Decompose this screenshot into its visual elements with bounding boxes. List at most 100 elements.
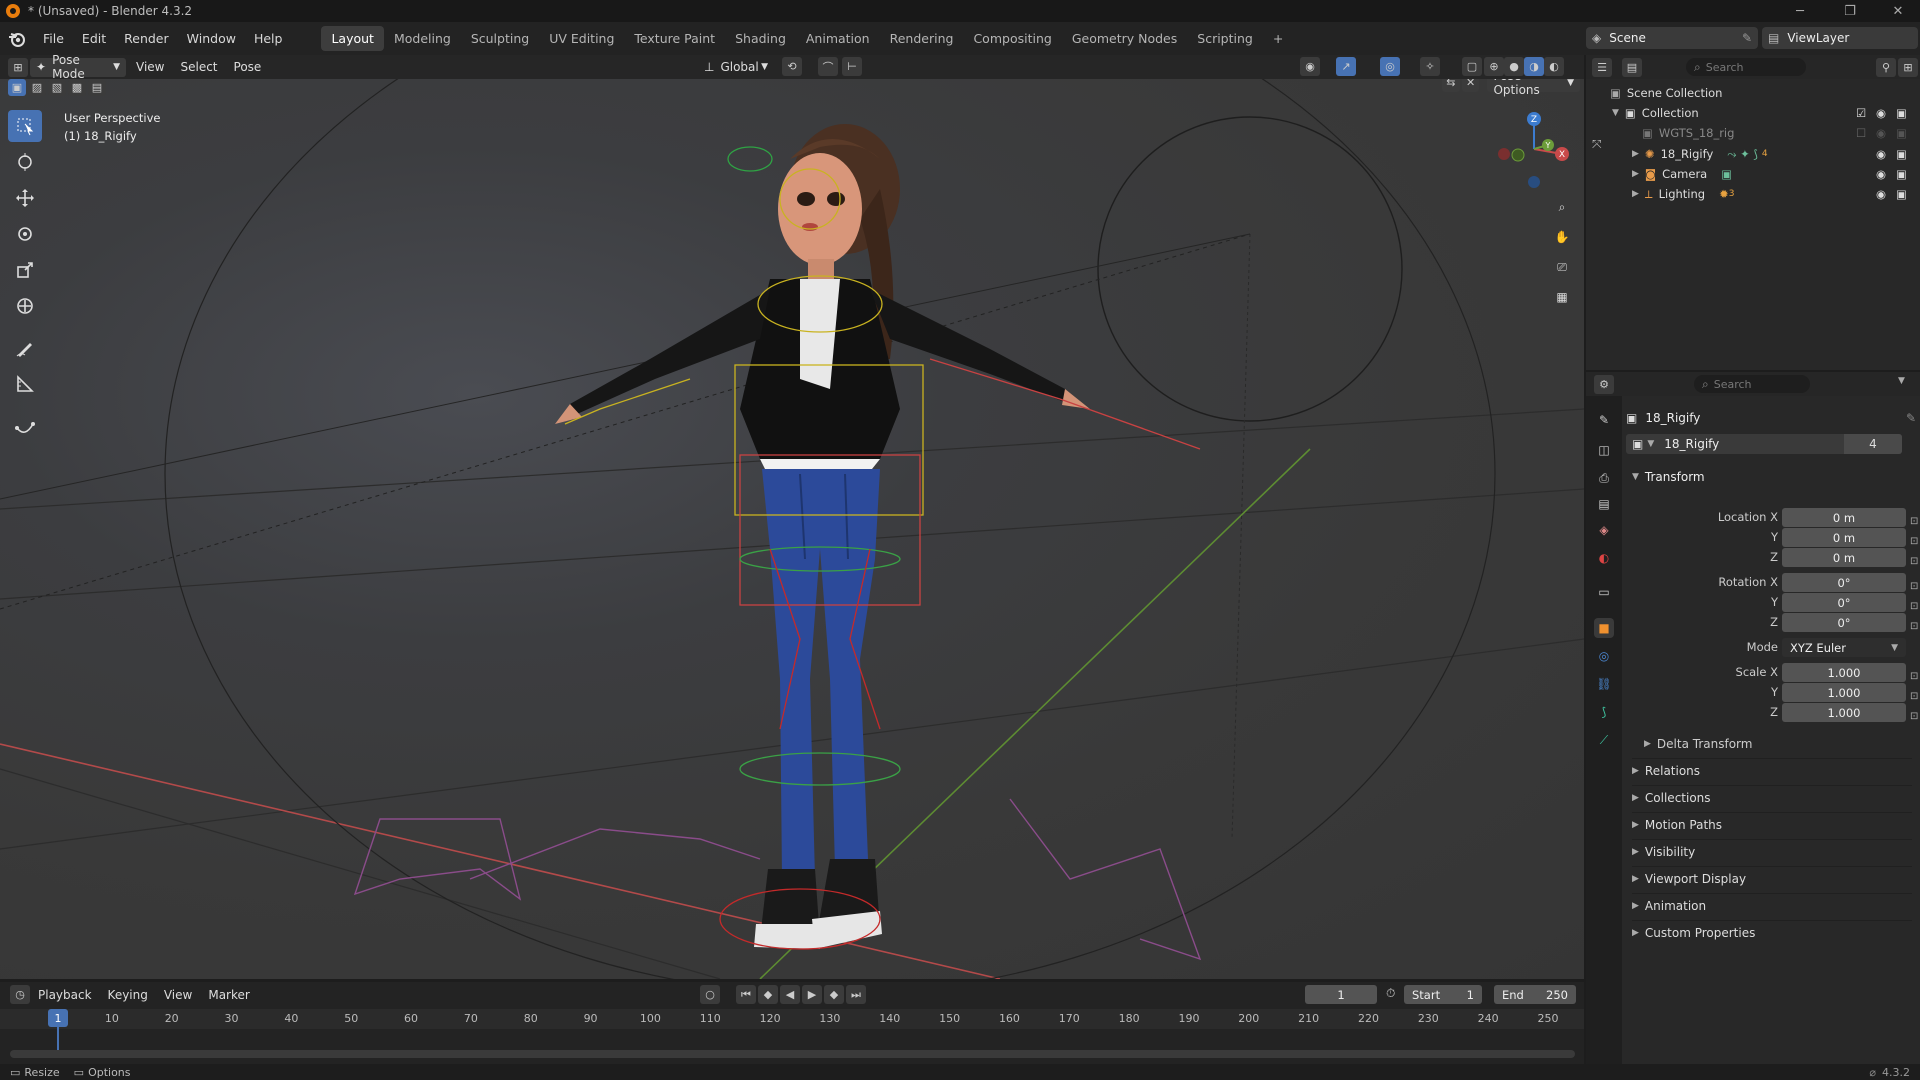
viewport-display-panel[interactable]: ▶ Viewport Display [1632,866,1912,891]
menu-help[interactable]: Help [245,31,292,46]
scale-y-field[interactable]: 1.000 [1782,683,1906,702]
render-icon[interactable]: ▣ [1896,106,1910,120]
outliner-row-collection[interactable]: ▼ ▣ Collection ☑ ◉ ▣ [1586,103,1920,123]
physics-tab-icon[interactable]: ◎ [1594,646,1614,666]
new-collection-icon[interactable]: ⊞ [1898,58,1918,77]
mode-dropdown[interactable]: ✦ Pose Mode ▼ [30,53,126,81]
maximize-button[interactable]: ❐ [1830,0,1870,22]
world-tab-icon[interactable]: ◐ [1594,548,1614,568]
chevron-down-icon[interactable]: ▼ [1612,108,1619,118]
outliner-row-lighting[interactable]: ▶ ⟂ Lighting ✹ 3 ◉ ▣ [1586,184,1920,204]
location-y-field[interactable]: 0 m [1782,528,1906,547]
menu-edit[interactable]: Edit [73,31,115,46]
custom-properties-panel[interactable]: ▶ Custom Properties [1632,920,1912,945]
navigation-gizmo[interactable]: Z X Y [1494,109,1574,189]
display-mode-icon[interactable]: ▤ [1622,57,1642,77]
timeline-scrollbar[interactable] [10,1050,1575,1058]
bone-overlay-icon[interactable]: ✧ [1420,57,1440,76]
editor-type-icon[interactable]: ⊞ [8,57,28,77]
solid-shading-icon[interactable]: ● [1504,57,1524,76]
select-subtract-icon[interactable]: ▧ [48,79,66,96]
relations-panel[interactable]: ▶ Relations [1632,758,1912,783]
render-icon[interactable]: ▣ [1896,187,1910,201]
chevron-down-icon[interactable]: ▼ [1898,376,1905,386]
xray-icon[interactable]: ▢ [1462,57,1482,76]
chevron-right-icon[interactable]: ▶ [1632,149,1639,159]
render-icon[interactable]: ▣ [1896,167,1910,181]
play-reverse-icon[interactable]: ◀ [780,985,800,1004]
chevron-right-icon[interactable]: ▶ [1632,169,1639,179]
rotation-z-field[interactable]: 0° [1782,613,1906,632]
output-tab-icon[interactable]: ⎙ [1594,468,1614,488]
workspace-tab-layout[interactable]: Layout [321,26,384,51]
visibility-icon[interactable]: ◉ [1300,57,1320,76]
visibility-panel[interactable]: ▶ Visibility [1632,839,1912,864]
pan-hand-icon[interactable]: ✋ [1548,224,1576,250]
add-workspace-icon[interactable]: + [1263,26,1293,51]
scale-x-field[interactable]: 1.000 [1782,663,1906,682]
workspace-tab-sculpting[interactable]: Sculpting [461,26,539,51]
marker-menu[interactable]: Marker [202,985,255,1004]
eye-icon[interactable]: ◉ [1876,187,1890,201]
close-button[interactable]: ✕ [1878,0,1918,22]
cursor-icon[interactable] [8,146,42,178]
pivot-icon[interactable]: ⟲ [782,57,802,76]
snap-icon[interactable]: ⌒ [818,57,838,76]
start-frame-field[interactable]: Start 1 [1404,985,1482,1004]
timeline-view-menu[interactable]: View [158,985,198,1004]
workspace-tab-compositing[interactable]: Compositing [963,26,1061,51]
motion-paths-panel[interactable]: ▶ Motion Paths [1632,812,1912,837]
lock-icon[interactable]: ⊡ ⊡ ⊡ [1910,512,1918,572]
jump-end-icon[interactable]: ⏭ [846,985,866,1004]
timeline-editor-type-icon[interactable]: ◷ [10,985,30,1004]
rotate-icon[interactable] [8,218,42,250]
pin-icon[interactable]: ✎ [1742,31,1752,45]
current-frame-field[interactable]: 1 [1305,985,1377,1004]
menu-window[interactable]: Window [178,31,245,46]
select-intersect-icon[interactable]: ▤ [88,79,106,96]
zoom-icon[interactable]: ⌕ [1548,194,1576,220]
checkbox-icon[interactable]: ☑ [1856,106,1870,120]
measure-icon[interactable] [8,368,42,400]
workspace-tab-shading[interactable]: Shading [725,26,796,51]
location-z-field[interactable]: 0 m [1782,548,1906,567]
next-key-icon[interactable]: ◆ [824,985,844,1004]
rotation-x-field[interactable]: 0° [1782,573,1906,592]
scale-z-field[interactable]: 1.000 [1782,703,1906,722]
select-menu[interactable]: Select [174,58,223,77]
rotation-y-field[interactable]: 0° [1782,593,1906,612]
wireframe-shading-icon[interactable]: ⊕ [1484,57,1504,76]
object-datablock-field[interactable]: ▣ ▼ 18_Rigify 4 [1626,434,1902,454]
end-frame-field[interactable]: End 250 [1494,985,1576,1004]
render-icon[interactable]: ▣ [1896,126,1910,140]
x-mirror-icon[interactable]: ✕ [1461,79,1480,92]
properties-editor-type-icon[interactable]: ⚙ [1594,374,1614,394]
select-box-icon[interactable] [8,110,42,142]
overlay-toggle-icon[interactable]: ◎ [1380,57,1400,76]
scene-tab-icon[interactable]: ◈ [1594,520,1614,540]
armature-data-tab-icon[interactable]: ⟆ [1594,702,1614,722]
transform-orientation-dropdown[interactable]: ⊥ Global ▼ [698,57,774,76]
prev-key-icon[interactable]: ◆ [758,985,778,1004]
eye-icon[interactable]: ◉ [1876,106,1890,120]
pose-menu[interactable]: Pose [228,58,268,77]
pose-options-dropdown[interactable]: Pose Options ▼ [1487,79,1580,97]
checkbox-icon[interactable]: ☐ [1856,126,1870,140]
frame-ruler[interactable]: 10 20 30 40 50 60 70 80 90 100 110 120 130 140 150 160 1… [0,1009,1584,1029]
annotate-icon[interactable] [8,332,42,364]
eye-icon[interactable]: ◉ [1876,167,1890,181]
animation-panel[interactable]: ▶ Animation [1632,893,1912,918]
collections-panel[interactable]: ▶ Collections [1632,785,1912,810]
workspace-tab-modeling[interactable]: Modeling [384,26,461,51]
playback-menu[interactable]: Playback [32,985,98,1004]
outliner-row-wgts[interactable]: ▣ WGTS_18_rig ☐ ◉ ▣ [1586,123,1920,143]
object-name-input[interactable]: 18_Rigify [1664,437,1719,451]
material-shading-icon[interactable]: ◑ [1524,57,1544,76]
play-icon[interactable]: ▶ [802,985,822,1004]
render-icon[interactable]: ▣ [1896,147,1910,161]
outliner-row-18-rigify[interactable]: ▶ ✺ 18_Rigify ⤳ ✦ ⟆ 4 ◉ ▣ [1586,144,1920,164]
transform-panel-header[interactable]: ▼ Transform [1626,464,1912,489]
outliner-row-scene-collection[interactable]: ▣ Scene Collection [1586,83,1920,103]
snap-target-icon[interactable]: ⊢ [842,57,862,76]
tool-tab-icon[interactable]: ✎ [1594,410,1614,430]
